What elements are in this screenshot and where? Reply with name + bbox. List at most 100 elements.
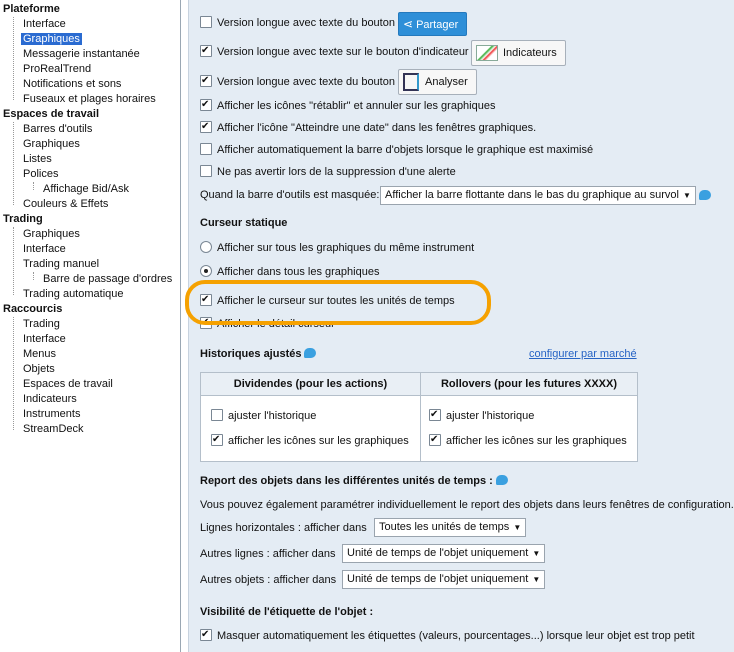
otherlines-select[interactable]: Unité de temps de l'objet uniquement ▼ (342, 544, 546, 563)
checkbox[interactable] (200, 627, 212, 643)
chevron-down-icon: ▼ (513, 523, 522, 532)
tree-item-r-espaces[interactable]: Espaces de travail (23, 377, 113, 392)
tree-item-fuseaux[interactable]: Fuseaux et plages horaires (23, 92, 156, 107)
label: Afficher automatiquement la barre d'obje… (217, 144, 594, 156)
hlines-select[interactable]: Toutes les unités de temps ▼ (374, 518, 527, 537)
radio[interactable] (200, 241, 212, 254)
tree-item-r-menus[interactable]: Menus (23, 347, 56, 362)
report-desc: Vous pouvez également paramétrer individ… (200, 499, 734, 511)
checkbox[interactable] (429, 432, 441, 448)
tree-item-graphiques-ws[interactable]: Graphiques (23, 137, 80, 152)
tree-group-espaces[interactable]: Espaces de travail (3, 107, 99, 122)
roll-adjust[interactable]: ajuster l'historique (429, 407, 535, 424)
tree-item-r-objets[interactable]: Objets (23, 362, 55, 377)
tree-group-plateforme[interactable]: Plateforme (3, 2, 60, 17)
div-icons[interactable]: afficher les icônes sur les graphiques (211, 432, 409, 449)
tree-item-r-trading[interactable]: Trading (23, 317, 60, 332)
configure-market-link[interactable]: configurer par marché (529, 348, 637, 360)
history-heading: Historiques ajustés (200, 348, 317, 360)
tree-item-listes[interactable]: Listes (23, 152, 52, 167)
toolbar-hidden-select[interactable]: Afficher la barre flottante dans le bas … (380, 186, 696, 205)
hlines-label: Lignes horizontales : afficher dans (200, 522, 367, 534)
cb-cursor-detail[interactable]: Afficher le détail curseur (200, 315, 335, 332)
tree-item-prorealtrend[interactable]: ProRealTrend (23, 62, 91, 77)
tree-item-graphiques-selected[interactable]: Graphiques (21, 32, 82, 47)
opt-goto-date[interactable]: Afficher l'icône "Atteindre une date" da… (200, 119, 536, 136)
tree-item-couleurs[interactable]: Couleurs & Effets (23, 197, 108, 212)
cb-cursor-all-timeframes[interactable]: Afficher le curseur sur toutes les unité… (200, 292, 455, 309)
info-icon[interactable] (495, 475, 508, 486)
otherobjects-label: Autres objets : afficher dans (200, 574, 337, 586)
checkbox[interactable] (211, 409, 223, 422)
chevron-down-icon: ▼ (532, 549, 541, 558)
opt-long-indicator[interactable]: Version longue avec texte sur le bouton … (200, 43, 469, 60)
tree-item-interface[interactable]: Interface (23, 17, 66, 32)
checkbox[interactable] (200, 97, 212, 113)
checkbox[interactable] (200, 315, 212, 331)
opt-long-share[interactable]: Version longue avec texte du bouton (200, 15, 395, 31)
label: Version longue avec texte du bouton (217, 17, 395, 29)
tree-item-barre-ordres[interactable]: Barre de passage d'ordres (43, 272, 172, 287)
checkbox[interactable] (200, 73, 212, 89)
tree-item-trading-auto[interactable]: Trading automatique (23, 287, 124, 302)
tree-item-r-streamdeck[interactable]: StreamDeck (23, 422, 84, 437)
history-table: Dividendes (pour les actions) Rollovers … (200, 372, 638, 462)
settings-pane: Version longue avec texte du bouton ⋖ Par… (188, 0, 734, 652)
indicators-button[interactable]: Indicateurs (471, 40, 566, 66)
label: Indicateurs (503, 47, 557, 59)
opt-long-analyse[interactable]: Version longue avec texte du bouton (200, 73, 395, 90)
info-icon[interactable] (304, 348, 317, 359)
tree-item-r-interface[interactable]: Interface (23, 332, 66, 347)
report-heading-text: Report des objets dans les différentes u… (200, 475, 493, 487)
chevron-down-icon: ▼ (683, 191, 691, 200)
tree-item-trading-graphiques[interactable]: Graphiques (23, 227, 80, 242)
tree-item-trading-interface[interactable]: Interface (23, 242, 66, 257)
tree-item-r-instruments[interactable]: Instruments (23, 407, 80, 422)
checkbox[interactable] (200, 119, 212, 135)
checkbox[interactable] (200, 16, 212, 29)
label: Afficher sur tous les graphiques du même… (217, 242, 475, 254)
tree-item-notifications[interactable]: Notifications et sons (23, 77, 121, 92)
info-icon[interactable] (699, 190, 711, 200)
label: afficher les icônes sur les graphiques (446, 435, 627, 447)
label: Masquer automatiquement les étiquettes (… (217, 630, 695, 642)
label: ajuster l'historique (228, 410, 317, 422)
history-heading-text: Historiques ajustés (200, 348, 302, 360)
cb-hide-labels[interactable]: Masquer automatiquement les étiquettes (… (200, 627, 695, 644)
label: ajuster l'historique (446, 410, 535, 422)
opt-undo-icons[interactable]: Afficher les icônes "rétablir" et annule… (200, 97, 496, 114)
tree-item-r-indicateurs[interactable]: Indicateurs (23, 392, 77, 407)
radio-same-instrument[interactable]: Afficher sur tous les graphiques du même… (200, 240, 474, 256)
opt-no-alert-warning[interactable]: Ne pas avertir lors de la suppression d'… (200, 164, 456, 180)
share-button[interactable]: ⋖ Partager (398, 12, 468, 36)
indicator-chart-icon (476, 45, 498, 62)
label: Afficher le curseur sur toutes les unité… (217, 295, 455, 307)
checkbox[interactable] (429, 407, 441, 423)
radio[interactable] (200, 265, 212, 278)
tree-item-trading-manuel[interactable]: Trading manuel (23, 257, 99, 272)
report-heading: Report des objets dans les différentes u… (200, 475, 508, 487)
opt-auto-objects-bar[interactable]: Afficher automatiquement la barre d'obje… (200, 142, 593, 158)
tree-item-barres-outils[interactable]: Barres d'outils (23, 122, 92, 137)
label: Afficher le détail curseur (217, 318, 335, 330)
checkbox[interactable] (200, 43, 212, 59)
tree-item-messagerie[interactable]: Messagerie instantanée (23, 47, 140, 62)
label: Afficher les icônes "rétablir" et annule… (217, 100, 496, 112)
div-adjust[interactable]: ajuster l'historique (211, 408, 316, 424)
tree-group-raccourcis[interactable]: Raccourcis (3, 302, 62, 317)
tree-item-bid-ask[interactable]: Affichage Bid/Ask (43, 182, 129, 197)
checkbox[interactable] (211, 432, 223, 448)
analyse-button[interactable]: Analyser (398, 69, 477, 95)
select-value: Unité de temps de l'objet uniquement (347, 573, 529, 585)
otherobjects-select[interactable]: Unité de temps de l'objet uniquement ▼ (342, 570, 546, 589)
roll-icons[interactable]: afficher les icônes sur les graphiques (429, 432, 627, 449)
checkbox[interactable] (200, 292, 212, 308)
radio-all-charts[interactable]: Afficher dans tous les graphiques (200, 264, 379, 280)
tree-group-trading[interactable]: Trading (3, 212, 43, 227)
checkbox[interactable] (200, 143, 212, 156)
tree-item-polices[interactable]: Polices (23, 167, 58, 182)
checkbox[interactable] (200, 165, 212, 178)
label: Analyser (425, 76, 468, 88)
splitter[interactable] (181, 0, 188, 652)
toolbar-hidden-label: Quand la barre d'outils est masquée: (200, 189, 380, 201)
